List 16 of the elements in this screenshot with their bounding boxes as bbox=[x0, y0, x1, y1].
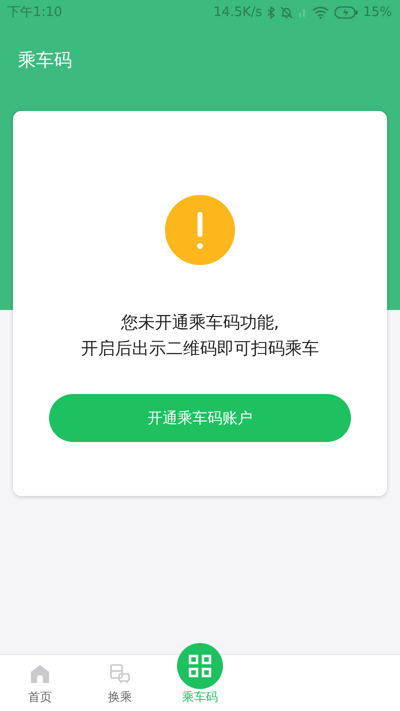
battery-level: 15% bbox=[363, 4, 392, 20]
network-speed: 14.5K/s bbox=[213, 4, 262, 20]
page-title: 乘车码 bbox=[18, 48, 72, 72]
warning-icon bbox=[165, 195, 235, 265]
home-icon bbox=[29, 663, 51, 685]
nav-tab[interactable]: 首页 bbox=[0, 655, 80, 711]
qr-code-icon bbox=[188, 654, 212, 678]
status-time: 下午1:10 bbox=[7, 4, 62, 21]
battery-icon bbox=[334, 6, 358, 18]
wifi-icon bbox=[312, 6, 330, 18]
nav-tab[interactable]: 换乘 bbox=[80, 655, 160, 711]
bluetooth-icon bbox=[267, 6, 276, 18]
bus-icon bbox=[109, 663, 131, 685]
notice-message: 您未开通乘车码功能, 开启后出示二维码即可扫码乘车 bbox=[81, 312, 319, 361]
signal-icon bbox=[298, 7, 308, 17]
bell-off-icon bbox=[280, 6, 294, 18]
